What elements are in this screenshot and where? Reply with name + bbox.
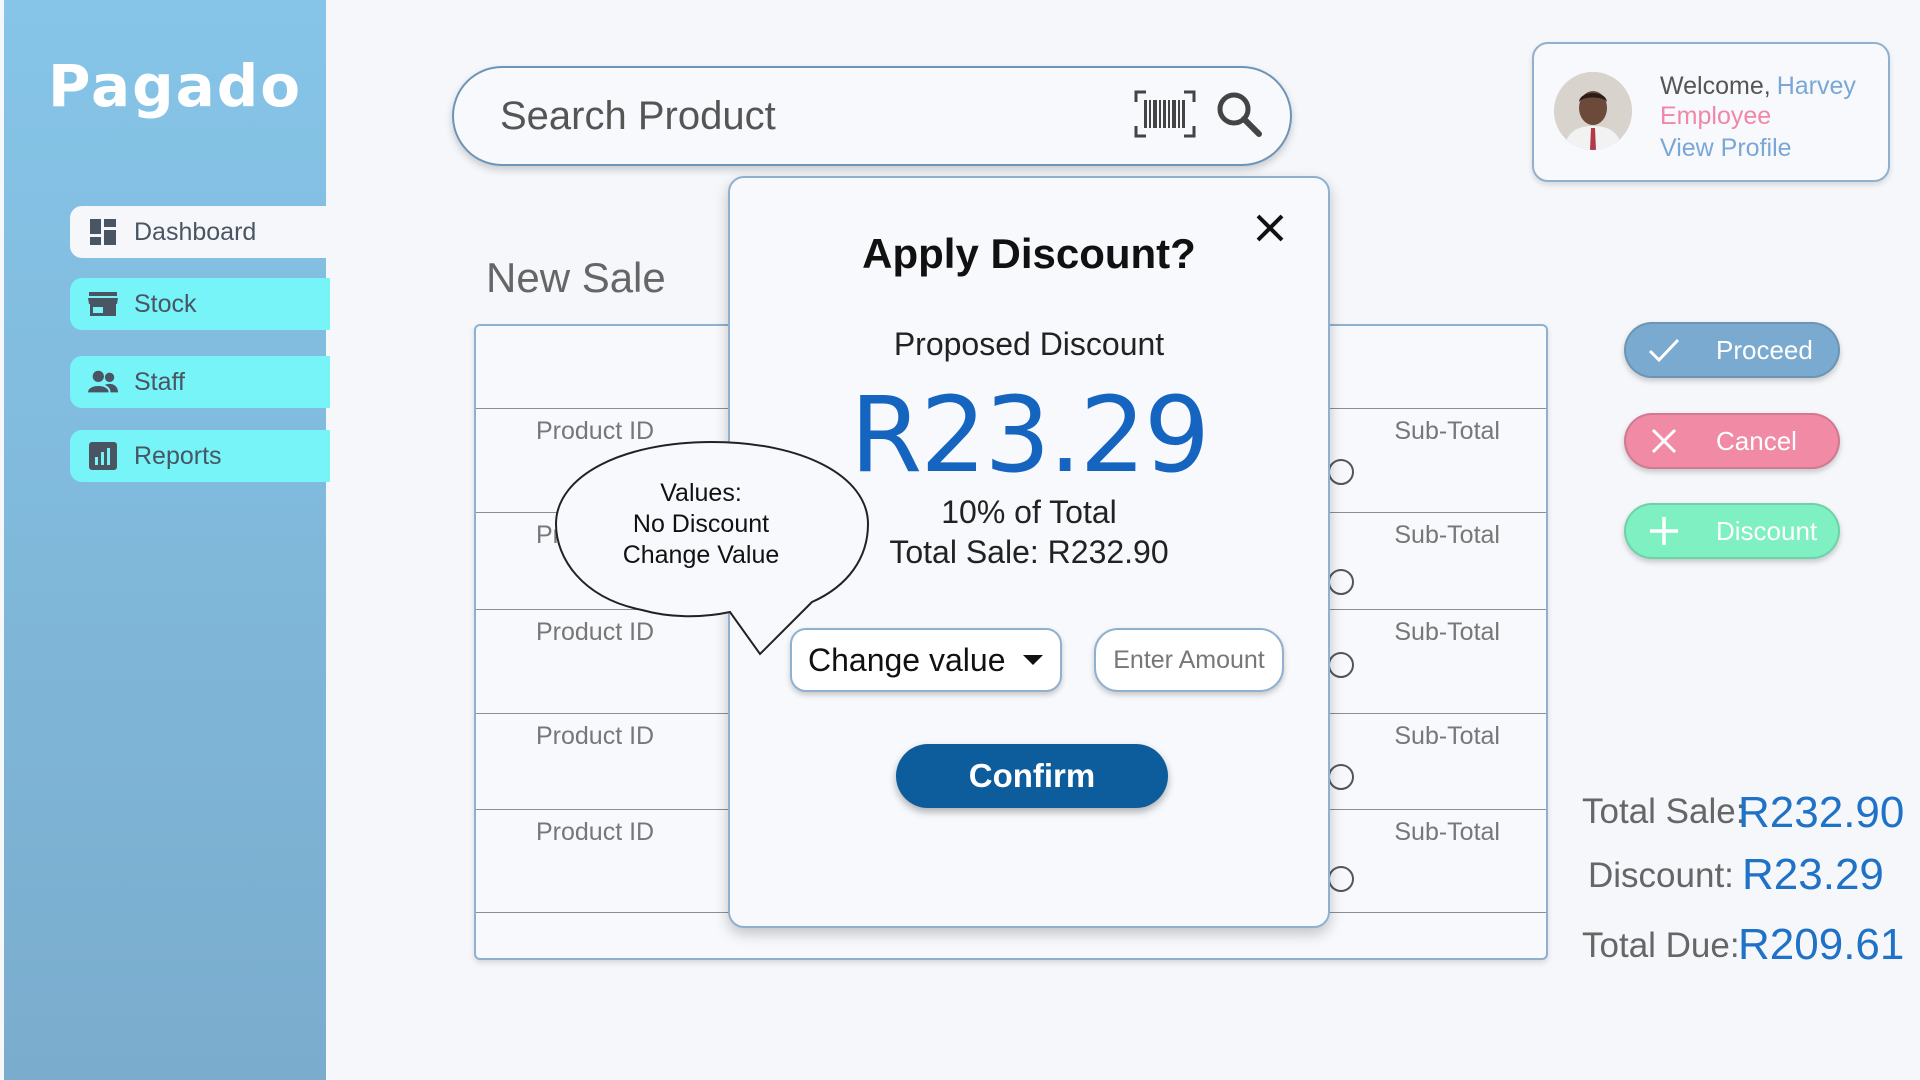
subtotal-cell: Sub-Total [1394,618,1500,646]
discount-total-label: Discount: [1588,856,1734,895]
proposed-discount-label: Proposed Discount [893,326,1165,362]
welcome-text: Welcome, Harvey [1660,72,1856,101]
search-bar[interactable]: Search Product [452,66,1292,166]
search-icon[interactable] [1216,91,1262,142]
check-icon [1648,334,1680,366]
total-sale-value: R232.90 [1738,788,1905,837]
app-logo: Pagado [48,52,303,120]
total-due-value: R209.61 [1738,920,1905,969]
user-name: Harvey [1776,72,1856,100]
remove-icon[interactable] [1328,764,1354,790]
bubble-line: Change Value [622,541,780,569]
dashboard-icon [88,217,118,247]
sidebar: Pagado Dashboard Stock Staff Reports [4,0,330,1080]
chevron-down-icon [1023,655,1044,665]
remove-icon[interactable] [1328,569,1354,595]
sidebar-item-label: Dashboard [134,217,257,246]
proceed-label: Proceed [1716,334,1813,365]
remove-icon[interactable] [1328,652,1354,678]
discount-label: Discount [1716,515,1818,546]
avatar[interactable] [1554,72,1632,150]
modal-title: Apply Discount? [862,230,1196,277]
product-id-cell: Product ID [536,722,655,750]
remove-icon[interactable] [1328,866,1354,892]
plus-icon [1648,515,1680,547]
discount-button[interactable]: Discount [1624,503,1840,559]
subtotal-cell: Sub-Total [1394,417,1500,445]
sidebar-item-label: Reports [134,441,222,470]
total-due-label: Total Due: [1582,926,1740,965]
sidebar-item-stock[interactable]: Stock [70,278,330,330]
sidebar-item-dashboard[interactable]: Dashboard [70,206,330,258]
product-id-cell: Product ID [536,818,655,846]
profile-card: Welcome, Harvey Employee View Profile [1532,42,1890,182]
barcode-icon[interactable] [1134,90,1196,143]
proceed-button[interactable]: Proceed [1624,322,1840,378]
user-role: Employee [1660,102,1772,130]
subtotal-cell: Sub-Total [1394,722,1500,750]
bubble-line: Values: [660,479,742,507]
close-icon[interactable] [1250,208,1290,248]
subtotal-cell: Sub-Total [1394,521,1500,549]
sidebar-item-reports[interactable]: Reports [70,430,330,482]
view-profile-link[interactable]: View Profile [1660,134,1792,163]
store-icon [88,289,118,319]
bubble-text: Values: No Discount Change Value [556,478,846,571]
cancel-label: Cancel [1716,425,1797,456]
remove-icon[interactable] [1328,459,1354,485]
people-icon [88,367,118,397]
subtotal-cell: Sub-Total [1394,818,1500,846]
amount-input[interactable] [1094,628,1284,692]
total-sale-label: Total Sale: [1582,792,1746,831]
sidebar-item-label: Stock [134,289,197,318]
close-icon [1648,425,1680,457]
sidebar-item-staff[interactable]: Staff [70,356,330,408]
cancel-button[interactable]: Cancel [1624,413,1840,469]
page-title: New Sale [486,254,666,301]
search-input[interactable]: Search Product [500,94,1134,139]
discount-total-value: R23.29 [1742,850,1884,899]
chart-icon [88,441,118,471]
welcome-label: Welcome, [1660,72,1771,100]
bubble-line: No Discount [632,510,770,538]
confirm-button[interactable]: Confirm [896,744,1168,808]
sidebar-item-label: Staff [134,367,185,396]
